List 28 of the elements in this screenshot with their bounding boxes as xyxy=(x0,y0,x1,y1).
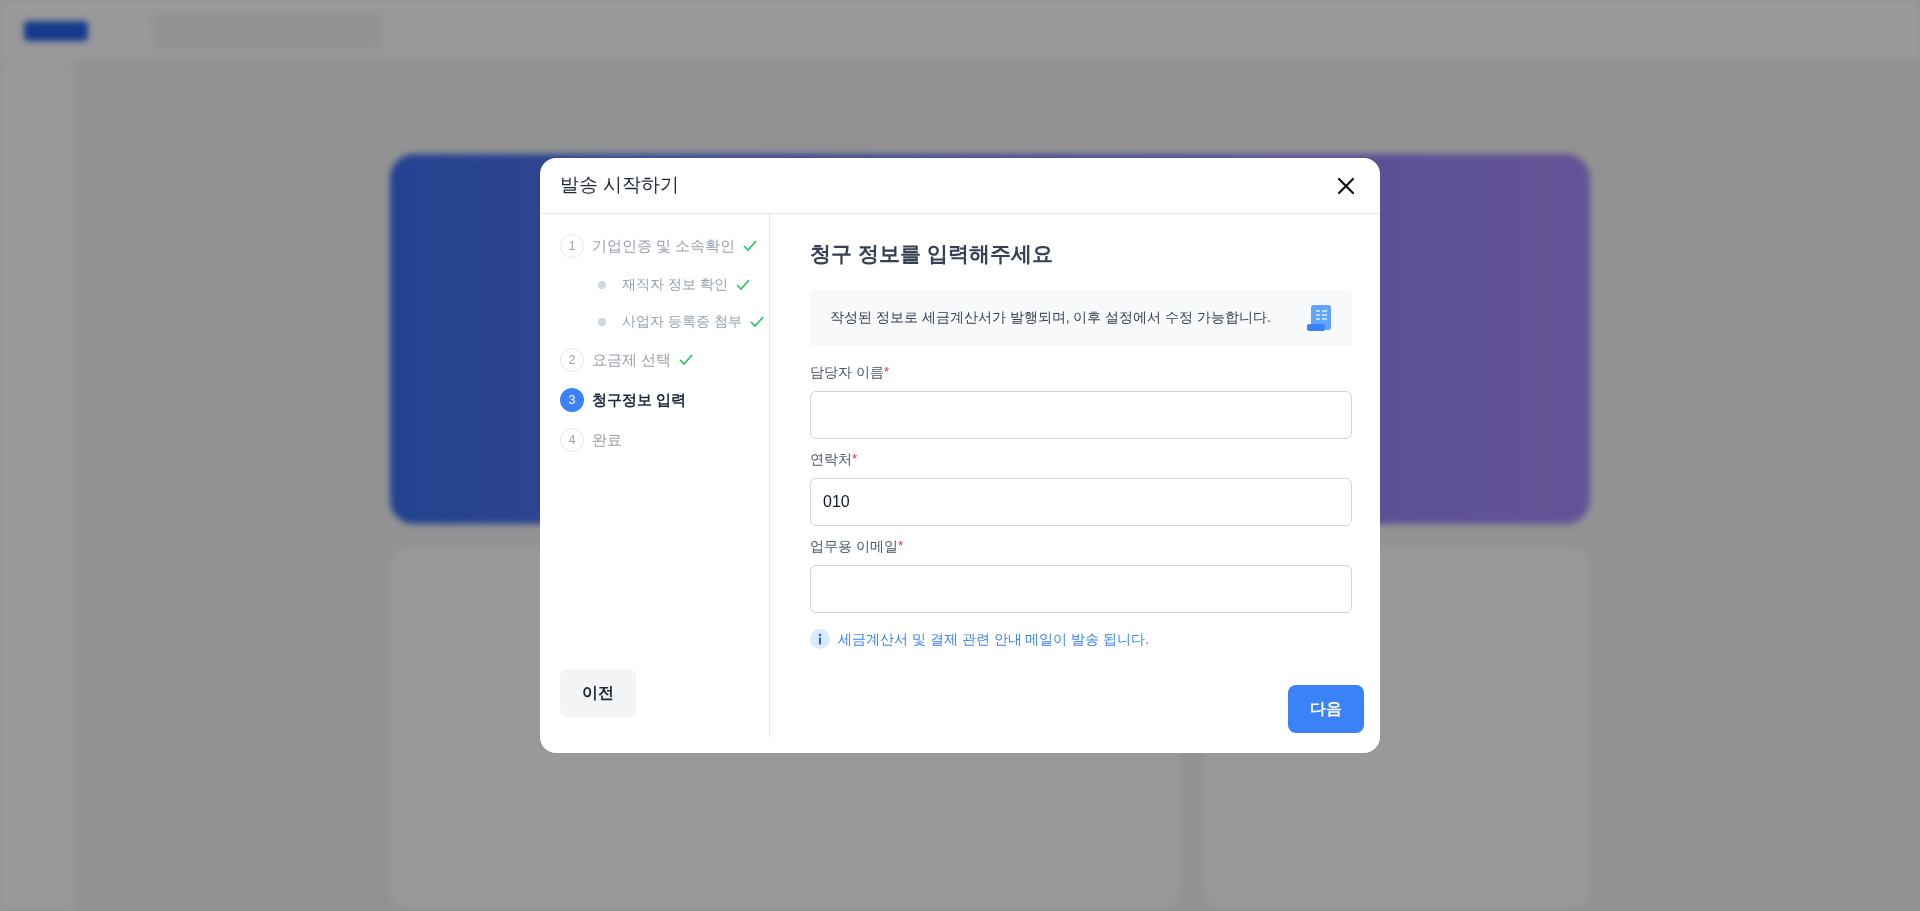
info-icon xyxy=(810,629,830,649)
close-icon xyxy=(1336,175,1356,196)
input-field[interactable] xyxy=(810,390,1352,439)
step-number: 3 xyxy=(560,388,584,412)
field-label: 업무용 이메일 xyxy=(810,536,898,556)
back-button[interactable]: 이전 xyxy=(560,669,636,717)
substep-label: 재직자 정보 확인 xyxy=(622,275,728,294)
step-label: 완료 xyxy=(592,429,622,450)
input-field[interactable] xyxy=(810,564,1352,613)
step-bullet xyxy=(598,317,606,326)
step-label: 요금제 선택 xyxy=(592,349,672,370)
section-heading: 청구 정보를 입력해주세요 xyxy=(810,241,1054,267)
step-bullet xyxy=(598,280,606,289)
hint-text: 세금계산서 및 결제 관련 안내 메일이 발송 됩니다. xyxy=(838,629,1150,649)
required-mark: * xyxy=(852,449,858,468)
step-label: 청구정보 입력 xyxy=(592,389,687,410)
notice-text: 작성된 정보로 세금계산서가 발행되며, 이후 설정에서 수정 가능합니다. xyxy=(830,308,1271,327)
required-mark: * xyxy=(883,362,889,381)
next-button[interactable]: 다음 xyxy=(1288,685,1364,733)
dialog-title: 발송 시작하기 xyxy=(560,173,680,198)
substep-label: 사업자 등록증 첨부 xyxy=(622,312,742,331)
field-label: 연락처 xyxy=(810,449,852,469)
step-label: 기업인증 및 소속확인 xyxy=(592,235,736,256)
required-mark: * xyxy=(897,536,903,555)
field-label: 담당자 이름 xyxy=(810,362,884,382)
input-field[interactable]: 010 xyxy=(810,477,1352,526)
logo-block xyxy=(24,20,88,41)
document-icon xyxy=(1306,303,1332,332)
